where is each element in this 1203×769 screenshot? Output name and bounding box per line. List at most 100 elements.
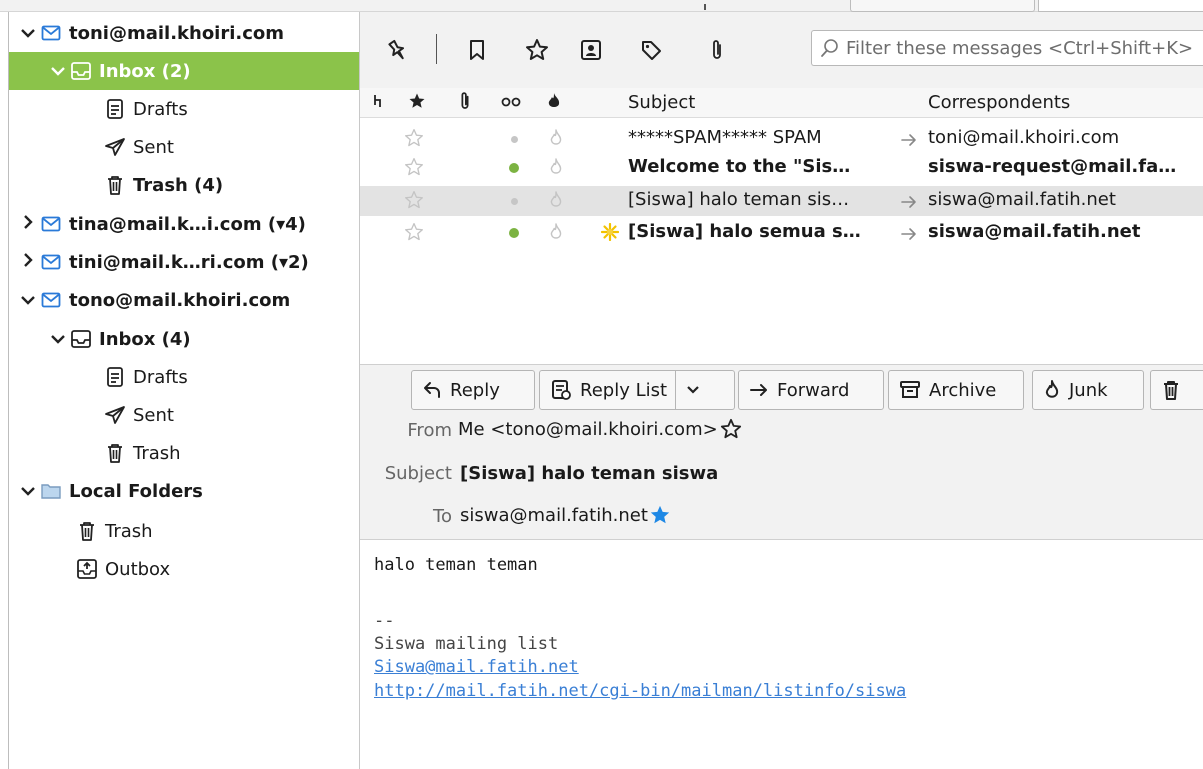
reply-list-label: Reply List: [580, 379, 668, 401]
correspondents-column-header[interactable]: Correspondents: [928, 92, 1070, 113]
star-outline-icon[interactable]: [720, 418, 742, 440]
to-address[interactable]: siswa@mail.fatih.net: [460, 505, 648, 526]
attachment-column-header[interactable]: [458, 90, 472, 117]
folder-label: toni@mail.khoiri.com: [69, 22, 285, 44]
folder-acct-tini[interactable]: tini@mail.k…ri.com (▾2): [9, 243, 360, 281]
window-top-strip: [0, 0, 1203, 12]
reply-list-button[interactable]: Reply List: [539, 370, 735, 410]
chevron-down-icon[interactable]: [17, 481, 39, 502]
message-row[interactable]: *****SPAM***** SPAM toni@mail.khoiri.com: [360, 124, 1203, 154]
folder-acct-toni[interactable]: toni@mail.khoiri.com: [9, 14, 360, 52]
folder-label: Sent: [133, 404, 174, 426]
folder-label: Drafts: [133, 98, 188, 120]
read-dot-icon[interactable]: [511, 198, 518, 205]
reply-list-dropdown[interactable]: [675, 371, 709, 409]
message-subject: [Siswa] halo semua s…: [628, 221, 861, 242]
paperclip-icon: [713, 40, 721, 59]
folder-label: Trash: [133, 442, 181, 464]
chevron-down-icon[interactable]: [47, 61, 69, 82]
folder-tono-drafts[interactable]: Drafts: [9, 358, 360, 396]
message-row[interactable]: [Siswa] halo semua s… siswa@mail.fatih.ne…: [360, 218, 1203, 248]
attachment-filter-button[interactable]: [704, 37, 730, 63]
delete-button[interactable]: [1150, 370, 1203, 410]
starred-filter-button[interactable]: [524, 37, 550, 63]
folder-toni-trash[interactable]: Trash (4): [9, 166, 360, 204]
contact-filter-button[interactable]: [578, 37, 604, 63]
message-subject: *****SPAM***** SPAM: [628, 127, 822, 148]
star-icon: [526, 39, 548, 60]
junk-column-header[interactable]: [546, 91, 562, 116]
junk-flame-icon[interactable]: [548, 222, 564, 247]
tag-icon: [642, 41, 661, 60]
folder-acct-tina[interactable]: tina@mail.k…i.com (▾4): [9, 205, 360, 243]
list-email-link[interactable]: Siswa@mail.fatih.net: [374, 657, 579, 677]
junk-flame-icon[interactable]: [548, 157, 564, 182]
read-column-header[interactable]: [500, 92, 522, 115]
star-outline-icon[interactable]: [404, 128, 424, 153]
signature-text: Siswa mailing list: [374, 634, 559, 654]
message-row[interactable]: [Siswa] halo teman sis… siswa@mail.fatih.…: [360, 186, 1203, 216]
message-filter-box[interactable]: [811, 30, 1203, 66]
signature-separator: --: [374, 611, 395, 631]
tags-filter-button[interactable]: [638, 37, 664, 63]
unread-dot-icon[interactable]: [509, 228, 519, 238]
folder-acct-tono[interactable]: tono@mail.khoiri.com: [9, 281, 360, 319]
top-search-field[interactable]: [1038, 0, 1203, 12]
chevron-down-icon[interactable]: [47, 329, 69, 350]
star-outline-icon[interactable]: [404, 157, 424, 182]
folder-icon: [39, 479, 63, 503]
arrow-right-icon: [900, 131, 918, 152]
listinfo-link[interactable]: http://mail.fatih.net/cgi-bin/mailman/li…: [374, 681, 906, 701]
folder-toni-drafts[interactable]: Drafts: [9, 90, 360, 128]
to-value[interactable]: siswa@mail.fatih.net: [460, 504, 671, 526]
mail-icon: [39, 288, 63, 312]
folder-toni-sent[interactable]: Sent: [9, 128, 360, 166]
search-icon: [821, 39, 838, 57]
star-filled-icon[interactable]: [649, 504, 671, 526]
junk-flame-icon[interactable]: [548, 128, 564, 153]
archive-icon: [900, 381, 920, 398]
unread-filter-button[interactable]: [464, 37, 490, 63]
folder-local-trash[interactable]: Trash: [9, 512, 360, 550]
star-outline-icon[interactable]: [404, 190, 424, 215]
chevron-down-icon[interactable]: [17, 23, 39, 44]
junk-flame-icon[interactable]: [548, 190, 564, 215]
chevron-right-icon[interactable]: [17, 252, 39, 273]
message-correspondent: siswa@mail.fatih.net: [928, 221, 1141, 242]
reply-button[interactable]: Reply: [411, 370, 535, 410]
chevron-down-icon[interactable]: [17, 290, 39, 311]
folder-toni-inbox[interactable]: Inbox (2): [9, 52, 360, 90]
folder-local-folders[interactable]: Local Folders: [9, 472, 360, 510]
flame-icon: [548, 93, 560, 107]
from-address[interactable]: Me <tono@mail.khoiri.com>: [458, 419, 718, 440]
thread-column-picker[interactable]: [372, 91, 384, 116]
folder-local-outbox[interactable]: Outbox: [9, 550, 360, 588]
starred-column-header[interactable]: [408, 92, 426, 115]
mail-icon: [39, 21, 63, 45]
message-body: halo teman teman -- Siswa mailing list S…: [360, 541, 1203, 769]
from-value[interactable]: Me <tono@mail.khoiri.com>: [458, 418, 742, 440]
star-outline-icon[interactable]: [404, 222, 424, 247]
trash-icon: [1164, 381, 1178, 400]
read-dot-icon[interactable]: [511, 136, 518, 143]
folder-tono-sent[interactable]: Sent: [9, 396, 360, 434]
forward-button[interactable]: Forward: [738, 370, 884, 410]
junk-button[interactable]: Junk: [1032, 370, 1144, 410]
filter-input[interactable]: [846, 37, 1203, 59]
read-status-icon: [501, 97, 521, 107]
folder-label: Inbox (4): [99, 328, 191, 350]
message-header-pane: Reply Reply List Forward Archive Junk Fr…: [360, 365, 1203, 540]
chevron-right-icon[interactable]: [17, 214, 39, 235]
subject-label: Subject: [384, 463, 452, 484]
flame-icon: [1045, 380, 1059, 398]
subject-column-header[interactable]: Subject: [628, 92, 695, 113]
archive-button[interactable]: Archive: [888, 370, 1024, 410]
star-filled-icon: [409, 93, 425, 108]
pin-filter-button[interactable]: [384, 37, 410, 63]
unread-dot-icon[interactable]: [509, 163, 519, 173]
folder-tono-inbox[interactable]: Inbox (4): [9, 320, 360, 358]
message-row[interactable]: Welcome to the "Sis… siswa-request@mail.f…: [360, 153, 1203, 183]
folder-tono-trash[interactable]: Trash: [9, 434, 360, 472]
top-toolbar-button[interactable]: [850, 0, 1035, 12]
folder-label: Outbox: [105, 558, 171, 580]
